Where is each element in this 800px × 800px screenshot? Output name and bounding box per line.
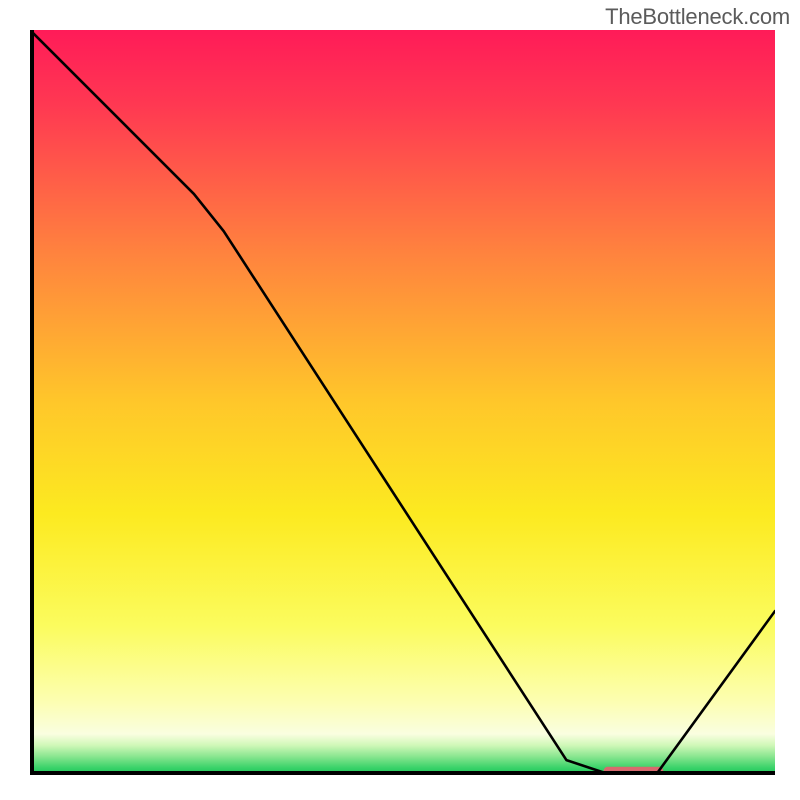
chart-container: TheBottleneck.com [0, 0, 800, 800]
watermark-text: TheBottleneck.com [605, 4, 790, 30]
x-axis-line [30, 771, 775, 775]
plot-area [30, 30, 775, 775]
y-axis-line [30, 30, 34, 775]
plot-svg [30, 30, 775, 775]
